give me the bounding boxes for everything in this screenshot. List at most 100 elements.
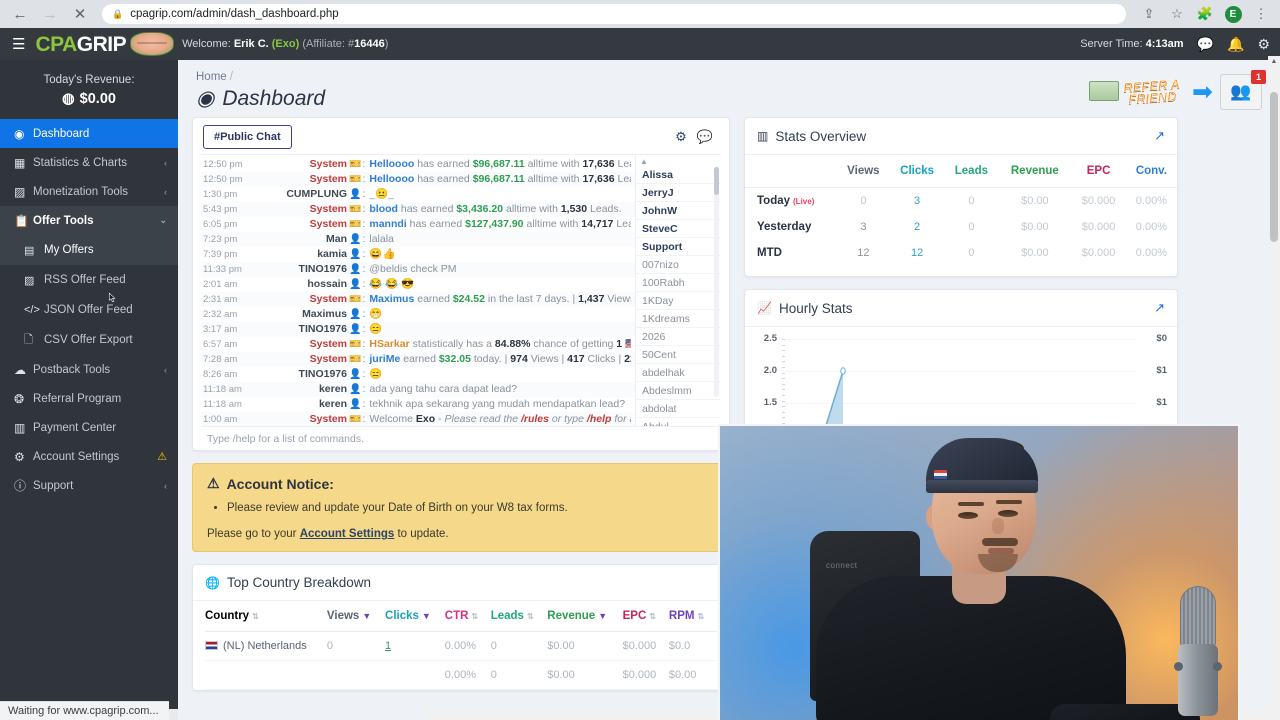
country-col-country[interactable]: Country ⇅ xyxy=(205,601,327,632)
hamburger-menu-icon[interactable]: ☰ xyxy=(12,37,25,52)
country-col-epc[interactable]: EPC ⇅ xyxy=(622,601,669,632)
country-col-views[interactable]: Views ▼ xyxy=(326,601,386,632)
sidebar-item-offer-tools[interactable]: 📋 Offer Tools ⌄ xyxy=(0,206,178,235)
sidebar-item-dashboard[interactable]: ◉ Dashboard xyxy=(0,119,178,148)
chat-user-item[interactable]: 50Cent xyxy=(636,346,721,364)
chat-user-item[interactable]: Alissa xyxy=(636,166,721,184)
sort-both-icon[interactable]: ⇅ xyxy=(471,612,478,621)
chrome-menu-icon[interactable]: ⋮ xyxy=(1250,3,1272,25)
chat-message-author[interactable]: hossain xyxy=(261,278,347,291)
chat-user-item[interactable]: Abdeslmm xyxy=(636,382,721,400)
scroll-up-arrow-icon[interactable]: ▲ xyxy=(1268,56,1280,68)
chat-message-author[interactable]: System xyxy=(261,218,347,231)
user-list-scroll-up-icon[interactable]: ▲ xyxy=(636,155,721,166)
sidebar-item-payment-center[interactable]: ▥ Payment Center xyxy=(0,413,178,442)
chat-message-author[interactable]: keren xyxy=(261,398,347,411)
refer-a-friend-banner[interactable]: REFER A FRIEND ➡ 👥 1 xyxy=(1089,70,1266,111)
profile-avatar[interactable]: E xyxy=(1222,3,1244,25)
chat-bubbles-icon[interactable]: 💬 xyxy=(1197,37,1214,51)
chat-input[interactable]: Type /help for a list of commands. xyxy=(201,426,721,450)
scrollbar-thumb[interactable] xyxy=(1270,92,1278,242)
y-axis-tick xyxy=(782,367,785,368)
back-button[interactable]: ← xyxy=(8,2,32,26)
chat-user-item[interactable]: 100Rabh xyxy=(636,274,721,292)
chat-user-item[interactable]: JohnW xyxy=(636,202,721,220)
chat-message-author[interactable]: TINO1976 xyxy=(261,263,347,276)
country-col-rpm[interactable]: RPM ⇅ xyxy=(668,601,717,632)
stats-clicks[interactable]: 2 xyxy=(890,214,945,240)
tab-public-chat[interactable]: #Public Chat xyxy=(203,125,292,149)
chat-user-item[interactable]: abdolat xyxy=(636,400,721,418)
chat-user-item[interactable]: Support xyxy=(636,238,721,256)
country-col-revenue[interactable]: Revenue ▼ xyxy=(547,601,623,632)
sidebar-item-support[interactable]: ⓘ Support ‹ xyxy=(0,471,178,500)
chat-user-item[interactable]: JerryJ xyxy=(636,184,721,202)
chat-message-author[interactable]: System xyxy=(261,293,347,306)
sidebar-item-referral-program[interactable]: ❂ Referral Program xyxy=(0,384,178,413)
sidebar-item-csv-offer-export[interactable]: 🗋 CSV Offer Export xyxy=(0,325,178,355)
account-settings-link[interactable]: Account Settings xyxy=(300,528,395,540)
chat-user-item[interactable]: 007nizo xyxy=(636,256,721,274)
sort-both-icon[interactable]: ⇅ xyxy=(697,612,704,621)
sort-both-icon[interactable]: ⇅ xyxy=(252,612,259,621)
share-icon[interactable]: ⇪ xyxy=(1138,3,1160,25)
chat-user-item[interactable]: 2026 xyxy=(636,328,721,346)
sort-desc-icon[interactable]: ▼ xyxy=(422,611,431,621)
stats-clicks[interactable]: 12 xyxy=(890,240,945,266)
chat-bubbles-icon[interactable]: 💬 xyxy=(697,129,713,145)
sort-both-icon[interactable]: ⇅ xyxy=(649,612,656,621)
chat-message-list[interactable]: 12:50 pm System 🎫: Helloooo has earned $96,… xyxy=(201,155,635,426)
sidebar-item-monetization-tools[interactable]: ▨ Monetization Tools ‹ xyxy=(0,177,178,206)
chart-data-point[interactable] xyxy=(841,368,845,374)
chat-message-author[interactable]: System xyxy=(261,353,347,366)
chat-message-author[interactable]: Man xyxy=(261,233,347,246)
expand-external-icon[interactable]: ↗ xyxy=(1154,128,1165,144)
chat-message-author[interactable]: TINO1976 xyxy=(261,368,347,381)
chat-message-author[interactable]: Maximus xyxy=(261,308,347,321)
sidebar-item-my-offers[interactable]: ▤ My Offers xyxy=(0,235,178,265)
sidebar-item-account-settings[interactable]: ⚙ Account Settings ⚠ xyxy=(0,442,178,471)
address-bar[interactable]: 🔒 cpagrip.com/admin/dash_dashboard.php xyxy=(102,4,1126,24)
sort-both-icon[interactable]: ⇅ xyxy=(527,612,534,621)
breadcrumb-home[interactable]: Home xyxy=(196,71,227,83)
chat-user-item[interactable]: SteveC xyxy=(636,220,721,238)
stats-clicks[interactable]: 3 xyxy=(890,188,945,215)
chat-message-author[interactable]: System xyxy=(261,158,347,171)
extensions-puzzle-icon[interactable]: 🧩 xyxy=(1194,3,1216,25)
chat-message-author[interactable]: keren xyxy=(261,383,347,396)
gear-settings-icon[interactable]: ⚙ xyxy=(1257,37,1270,51)
page-vertical-scrollbar[interactable]: ▲ ▼ xyxy=(1268,56,1280,720)
user-list-scrollbar[interactable] xyxy=(714,167,719,397)
country-col-leads[interactable]: Leads ⇅ xyxy=(490,601,548,632)
sort-desc-icon[interactable]: ▼ xyxy=(362,611,371,621)
chat-message-author[interactable]: kamia xyxy=(261,248,347,261)
table-row[interactable]: (NL) Netherlands 0 1 0.00% 0 $0.00 $0.000 $0.0 xyxy=(205,631,717,661)
sidebar-item-statistics-charts[interactable]: ▦ Statistics & Charts ‹ xyxy=(0,148,178,177)
sidebar-item-postback-tools[interactable]: ☁ Postback Tools ‹ xyxy=(0,355,178,384)
chat-user-item[interactable]: 1Kdreams xyxy=(636,310,721,328)
country-col-clicks[interactable]: Clicks ▼ xyxy=(385,601,445,632)
expand-external-icon[interactable]: ↗ xyxy=(1154,300,1165,316)
chat-message-author[interactable]: System xyxy=(261,173,347,186)
chat-message-author[interactable]: CUMPLUNG xyxy=(261,188,347,201)
forward-button[interactable]: → xyxy=(38,2,62,26)
bookmark-star-icon[interactable]: ☆ xyxy=(1166,3,1188,25)
chat-settings-gear-icon[interactable]: ⚙ xyxy=(675,129,687,145)
chat-message-author[interactable]: System xyxy=(261,203,347,216)
stop-button[interactable]: ✕ xyxy=(68,2,92,26)
chat-user-list[interactable]: ▲ Alissa JerryJ JohnW SteveC Support 007nizo 1… xyxy=(635,155,721,426)
country-col-ctr[interactable]: CTR ⇅ xyxy=(444,601,491,632)
chat-user-item[interactable]: 1KDay xyxy=(636,292,721,310)
sidebar-item-rss-offer-feed[interactable]: ▨ RSS Offer Feed xyxy=(0,265,178,295)
friends-button[interactable]: 👥 1 xyxy=(1220,70,1266,110)
cell-clicks[interactable]: 1 xyxy=(385,631,445,661)
bell-notification-icon[interactable]: 🔔 xyxy=(1227,37,1244,51)
chat-user-item[interactable]: Abdul xyxy=(636,418,721,427)
chat-message-author[interactable]: System xyxy=(261,413,347,426)
chat-message-author[interactable]: System xyxy=(261,338,347,351)
chat-user-item[interactable]: abdelhak xyxy=(636,364,721,382)
sidebar-item-json-offer-feed[interactable]: </> JSON Offer Feed xyxy=(0,295,178,325)
sort-desc-icon[interactable]: ▼ xyxy=(598,611,607,621)
cpagrip-logo[interactable]: CPAGRIP xyxy=(35,34,126,55)
chat-message-author[interactable]: TINO1976 xyxy=(261,323,347,336)
